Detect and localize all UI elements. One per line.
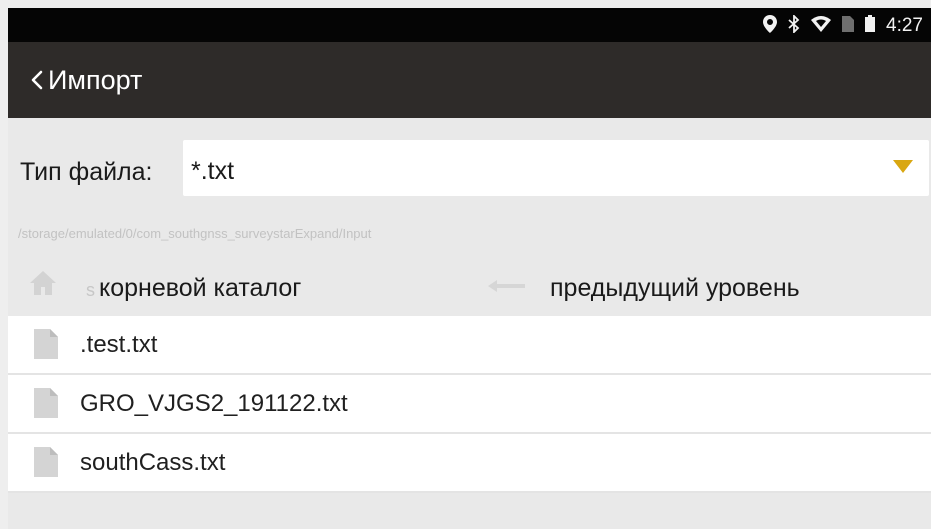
file-row[interactable]: .test.txt: [8, 316, 931, 375]
home-icon[interactable]: [28, 268, 58, 298]
root-directory-label: корневой каталог: [99, 274, 302, 302]
sim-icon: [842, 15, 855, 35]
battery-icon: [865, 15, 876, 35]
location-icon: [763, 14, 778, 36]
file-icon: [34, 447, 58, 477]
page-title[interactable]: Импорт: [48, 65, 142, 96]
file-type-label: Тип файла:: [20, 158, 153, 186]
current-path: /storage/emulated/0/com_southgnss_survey…: [18, 226, 372, 241]
root-directory-button[interactable]: s корневой каталог: [86, 274, 301, 303]
wifi-icon: [811, 15, 832, 35]
navigation-row: s корневой каталог предыдущий уровень: [8, 260, 931, 316]
status-bar: 4:27: [8, 8, 931, 42]
app-bar: Импорт: [8, 42, 931, 118]
file-icon: [34, 388, 58, 418]
file-row[interactable]: southCass.txt: [8, 434, 931, 493]
chevron-left-icon[interactable]: [28, 64, 46, 96]
file-name: .test.txt: [80, 331, 158, 358]
dropdown-arrow-icon[interactable]: [893, 160, 913, 173]
root-mark: s: [86, 280, 95, 300]
file-name: GRO_VJGS2_191122.txt: [80, 390, 348, 417]
status-time: 4:27: [886, 14, 923, 36]
status-icons: 4:27: [763, 8, 923, 42]
file-list: .test.txt GRO_VJGS2_191122.txt southCass…: [8, 316, 931, 493]
file-type-select[interactable]: *.txt: [183, 140, 929, 196]
bluetooth-icon: [788, 13, 800, 36]
parent-directory-button[interactable]: предыдущий уровень: [550, 274, 800, 303]
file-row[interactable]: GRO_VJGS2_191122.txt: [8, 375, 931, 434]
file-type-value: *.txt: [191, 157, 235, 185]
screen: 4:27 Импорт Тип файла: *.txt /storage/em…: [8, 8, 931, 529]
file-name: southCass.txt: [80, 449, 226, 476]
file-icon: [34, 329, 58, 359]
arrow-up-level-icon[interactable]: [486, 278, 528, 294]
